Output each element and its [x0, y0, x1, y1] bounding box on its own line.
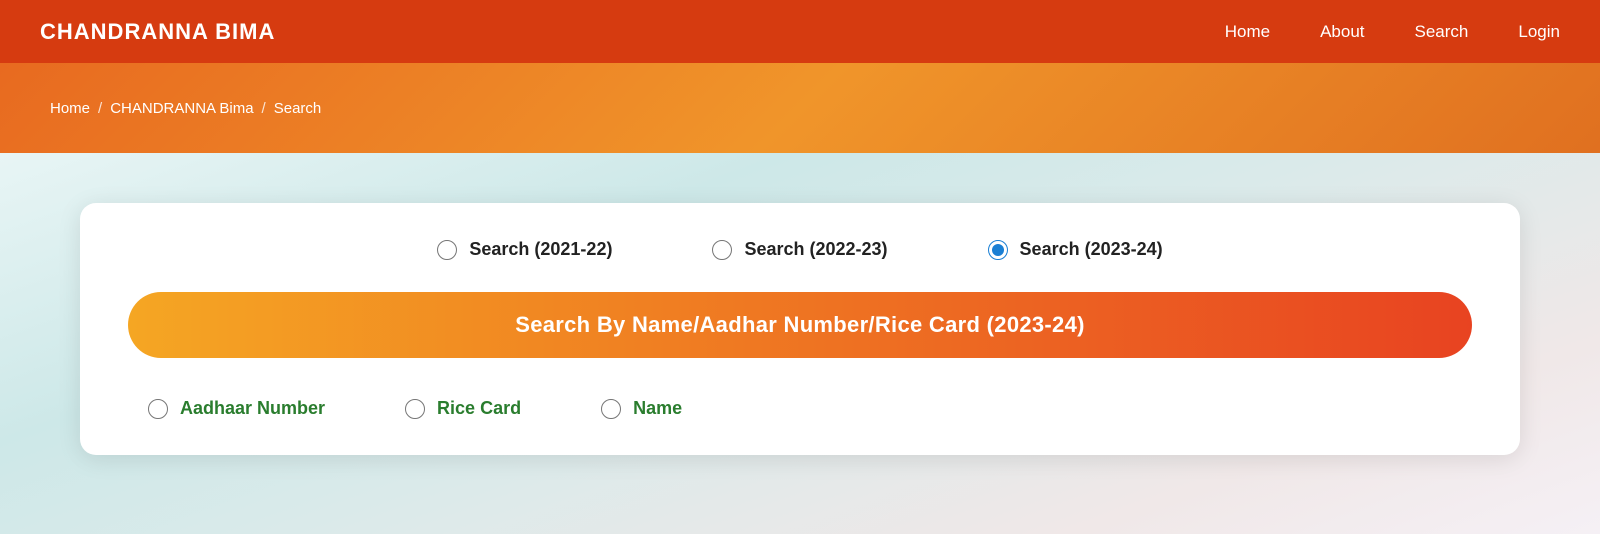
- nav-item-about[interactable]: About: [1320, 22, 1364, 42]
- breadcrumb-section: Home / CHANDRANNA Bima / Search: [0, 63, 1600, 153]
- search-type-selection: Aadhaar Number Rice Card Name: [128, 388, 1472, 419]
- nav-item-login[interactable]: Login: [1518, 22, 1560, 42]
- search-type-label-ricecard[interactable]: Rice Card: [437, 398, 521, 419]
- year-selection: Search (2021-22) Search (2022-23) Search…: [128, 239, 1472, 260]
- year-radio-2022[interactable]: [712, 240, 732, 260]
- navbar-brand: CHANDRANNA BIMA: [40, 19, 275, 45]
- breadcrumb-search: Search: [274, 100, 322, 117]
- year-label-2023[interactable]: Search (2023-24): [1020, 239, 1163, 260]
- search-type-name[interactable]: Name: [601, 398, 682, 419]
- search-type-aadhaar[interactable]: Aadhaar Number: [148, 398, 325, 419]
- year-option-2021[interactable]: Search (2021-22): [437, 239, 612, 260]
- year-option-2023[interactable]: Search (2023-24): [988, 239, 1163, 260]
- nav-link-search[interactable]: Search: [1415, 22, 1469, 41]
- search-type-label-name[interactable]: Name: [633, 398, 682, 419]
- main-content: Search (2021-22) Search (2022-23) Search…: [0, 153, 1600, 534]
- year-radio-2023[interactable]: [988, 240, 1008, 260]
- search-banner: Search By Name/Aadhar Number/Rice Card (…: [128, 292, 1472, 358]
- year-label-2022[interactable]: Search (2022-23): [744, 239, 887, 260]
- nav-link-login[interactable]: Login: [1518, 22, 1560, 41]
- search-type-radio-ricecard[interactable]: [405, 399, 425, 419]
- breadcrumb-sep-2: /: [262, 100, 266, 117]
- search-type-label-aadhaar[interactable]: Aadhaar Number: [180, 398, 325, 419]
- search-type-radio-name[interactable]: [601, 399, 621, 419]
- year-label-2021[interactable]: Search (2021-22): [469, 239, 612, 260]
- nav-link-home[interactable]: Home: [1225, 22, 1270, 41]
- year-option-2022[interactable]: Search (2022-23): [712, 239, 887, 260]
- breadcrumb-sep-1: /: [98, 100, 102, 117]
- breadcrumb-home[interactable]: Home: [50, 100, 90, 117]
- breadcrumb: Home / CHANDRANNA Bima / Search: [50, 100, 321, 117]
- search-card: Search (2021-22) Search (2022-23) Search…: [80, 203, 1520, 455]
- search-type-radio-aadhaar[interactable]: [148, 399, 168, 419]
- year-radio-2021[interactable]: [437, 240, 457, 260]
- navbar-links: Home About Search Login: [1225, 22, 1560, 42]
- nav-item-search[interactable]: Search: [1415, 22, 1469, 42]
- nav-item-home[interactable]: Home: [1225, 22, 1270, 42]
- search-type-ricecard[interactable]: Rice Card: [405, 398, 521, 419]
- navbar: CHANDRANNA BIMA Home About Search Login: [0, 0, 1600, 63]
- breadcrumb-chandranna[interactable]: CHANDRANNA Bima: [110, 100, 253, 117]
- nav-link-about[interactable]: About: [1320, 22, 1364, 41]
- search-banner-text: Search By Name/Aadhar Number/Rice Card (…: [515, 312, 1085, 337]
